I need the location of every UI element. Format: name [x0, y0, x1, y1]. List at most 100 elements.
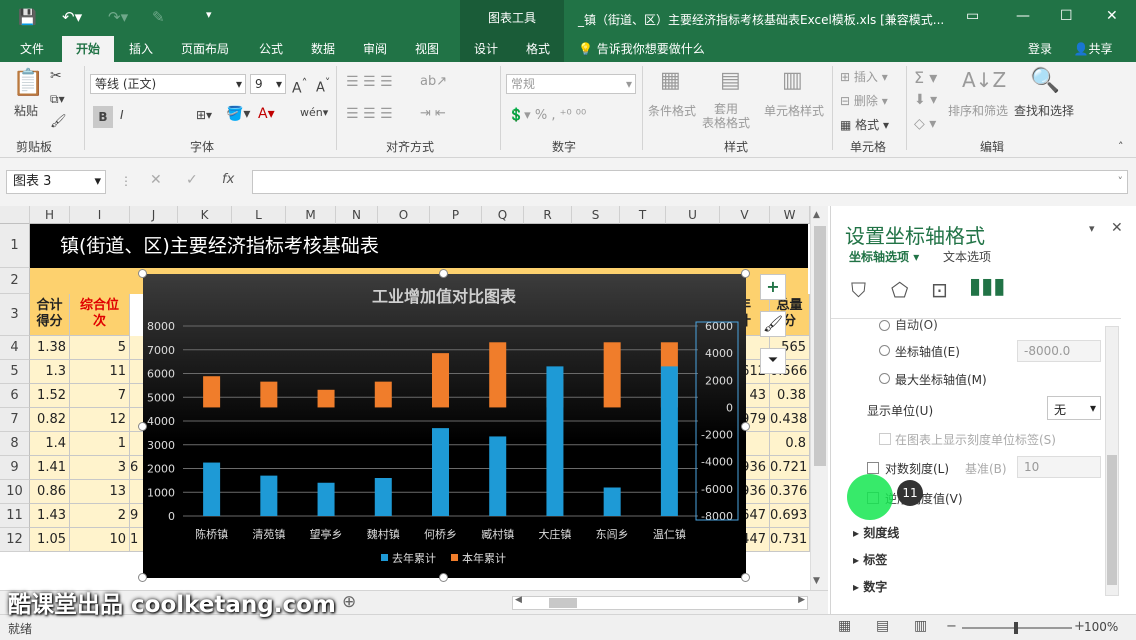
- data-cell[interactable]: 0.721: [770, 456, 810, 480]
- data-cell[interactable]: 1: [70, 432, 130, 456]
- font-color-icon[interactable]: A▾: [258, 106, 275, 122]
- tab-view[interactable]: 视图: [404, 36, 450, 62]
- data-cell[interactable]: 0.86: [30, 480, 70, 504]
- radio-axis-value[interactable]: [879, 345, 890, 356]
- data-cell[interactable]: 2: [70, 504, 130, 528]
- resize-handle[interactable]: [138, 573, 147, 582]
- maximize-icon[interactable]: ☐: [1060, 8, 1073, 24]
- save-icon[interactable]: 💾: [18, 8, 37, 26]
- resize-handle[interactable]: [439, 573, 448, 582]
- fill-line-icon[interactable]: ⛉: [851, 278, 866, 302]
- conditional-format-icon[interactable]: ▦: [660, 68, 681, 93]
- tab-design[interactable]: 设计: [460, 36, 512, 62]
- format-painter-button[interactable]: 🖌: [50, 114, 67, 129]
- pane-scrollbar[interactable]: [1105, 326, 1119, 596]
- column-title-cell[interactable]: 综合位 次: [70, 294, 130, 336]
- cut-icon[interactable]: ✂: [50, 68, 62, 84]
- resize-handle[interactable]: [741, 269, 750, 278]
- column-header[interactable]: L: [232, 206, 286, 224]
- paste-button[interactable]: 粘贴: [14, 102, 38, 119]
- page-break-view-icon[interactable]: ▥: [914, 618, 927, 634]
- resize-handle[interactable]: [138, 422, 147, 431]
- delete-cells-button[interactable]: ⊟ 删除 ▾: [840, 92, 888, 109]
- data-cell[interactable]: 5: [70, 336, 130, 360]
- vertical-scrollbar[interactable]: ▲ ▼: [810, 206, 828, 590]
- row-header[interactable]: 11: [0, 504, 30, 528]
- wrap-icon[interactable]: ⇥ ⇤: [420, 106, 446, 121]
- tab-text-options[interactable]: 文本选项: [943, 248, 991, 265]
- fill-color-icon[interactable]: 🪣▾: [226, 106, 250, 122]
- table-format-icon[interactable]: ▤: [720, 68, 741, 93]
- column-header[interactable]: M: [286, 206, 336, 224]
- tab-data[interactable]: 数据: [300, 36, 346, 62]
- sort-filter-button[interactable]: 排序和筛选: [948, 102, 1008, 119]
- column-header[interactable]: N: [336, 206, 378, 224]
- format-cells-button[interactable]: ▦ 格式 ▾: [840, 116, 889, 133]
- zoom-slider[interactable]: [962, 622, 1072, 634]
- column-header[interactable]: O: [378, 206, 430, 224]
- column-header[interactable]: P: [430, 206, 482, 224]
- column-header[interactable]: Q: [482, 206, 524, 224]
- data-cell[interactable]: 0.8: [770, 432, 810, 456]
- data-cell[interactable]: 1.4: [30, 432, 70, 456]
- column-header[interactable]: J: [130, 206, 178, 224]
- borders-icon[interactable]: ⊞▾: [196, 108, 212, 122]
- paste-icon[interactable]: 📋: [12, 68, 44, 98]
- pane-close-icon[interactable]: ✕: [1111, 220, 1123, 236]
- row-header[interactable]: 4: [0, 336, 30, 360]
- close-icon[interactable]: ✕: [1106, 8, 1118, 24]
- scroll-thumb[interactable]: [814, 226, 826, 466]
- share-button[interactable]: 👤共享: [1064, 36, 1122, 62]
- scroll-up-icon[interactable]: ▲: [813, 210, 820, 220]
- data-cell[interactable]: 0.38: [770, 384, 810, 408]
- column-header[interactable]: H: [30, 206, 70, 224]
- cell-style-icon[interactable]: ▥: [782, 68, 803, 93]
- find-icon[interactable]: 🔍: [1030, 66, 1060, 94]
- formula-input[interactable]: ˅: [252, 170, 1128, 194]
- collapse-ribbon-icon[interactable]: ˄: [1118, 140, 1124, 153]
- column-header[interactable]: W: [770, 206, 810, 224]
- format-painter-icon[interactable]: ✎: [152, 8, 165, 26]
- cell-style-button[interactable]: 单元格样式: [764, 102, 824, 119]
- chart-styles-button[interactable]: 🖌: [760, 311, 786, 337]
- axis-options-icon[interactable]: ▮▮▮: [969, 274, 1005, 299]
- row-header[interactable]: 6: [0, 384, 30, 408]
- tab-format[interactable]: 格式: [512, 36, 564, 62]
- row-header[interactable]: 1: [0, 224, 30, 268]
- data-cell[interactable]: 1.38: [30, 336, 70, 360]
- autosum-icon[interactable]: Σ ▾: [914, 68, 937, 87]
- column-header[interactable]: V: [720, 206, 770, 224]
- ribbon-display-icon[interactable]: ▭: [966, 8, 979, 24]
- tab-file[interactable]: 文件: [8, 36, 56, 62]
- row-header[interactable]: 10: [0, 480, 30, 504]
- number-format-combo[interactable]: 常规 ▾: [506, 74, 636, 94]
- customize-qat-icon[interactable]: ▾: [206, 8, 212, 21]
- font-name-combo[interactable]: 等线 (正文) ▾: [90, 74, 246, 94]
- pane-scroll-thumb[interactable]: [1107, 455, 1117, 585]
- tab-axis-options[interactable]: 坐标轴选项 ▾: [849, 248, 919, 265]
- redo-icon[interactable]: ↷▾: [108, 8, 128, 26]
- sort-filter-icon[interactable]: A↓Z: [962, 68, 1006, 92]
- zoom-thumb[interactable]: [1014, 622, 1018, 634]
- orientation-icon[interactable]: ab↗: [420, 74, 447, 89]
- data-cell[interactable]: 0.376: [770, 480, 810, 504]
- scroll-down-icon[interactable]: ▼: [813, 576, 820, 586]
- row-header[interactable]: 2: [0, 268, 30, 294]
- italic-button[interactable]: I: [120, 108, 124, 122]
- scroll-right-icon[interactable]: ▶: [798, 595, 805, 605]
- minimize-icon[interactable]: —: [1016, 8, 1030, 24]
- effects-icon[interactable]: ⬠: [891, 278, 908, 302]
- radio-auto[interactable]: [879, 320, 890, 331]
- tab-formulas[interactable]: 公式: [248, 36, 294, 62]
- scroll-left-icon[interactable]: ◀: [515, 595, 522, 605]
- row-header[interactable]: 12: [0, 528, 30, 552]
- normal-view-icon[interactable]: ▦: [838, 618, 851, 634]
- data-cell[interactable]: 0.438: [770, 408, 810, 432]
- resize-handle[interactable]: [439, 269, 448, 278]
- data-cell[interactable]: 1.43: [30, 504, 70, 528]
- data-cell[interactable]: 1.3: [30, 360, 70, 384]
- bold-button[interactable]: B: [93, 106, 113, 128]
- find-select-button[interactable]: 查找和选择: [1014, 102, 1074, 119]
- fill-icon[interactable]: ⬇ ▾: [914, 92, 937, 108]
- table-format-button[interactable]: 套用 表格格式: [702, 102, 750, 130]
